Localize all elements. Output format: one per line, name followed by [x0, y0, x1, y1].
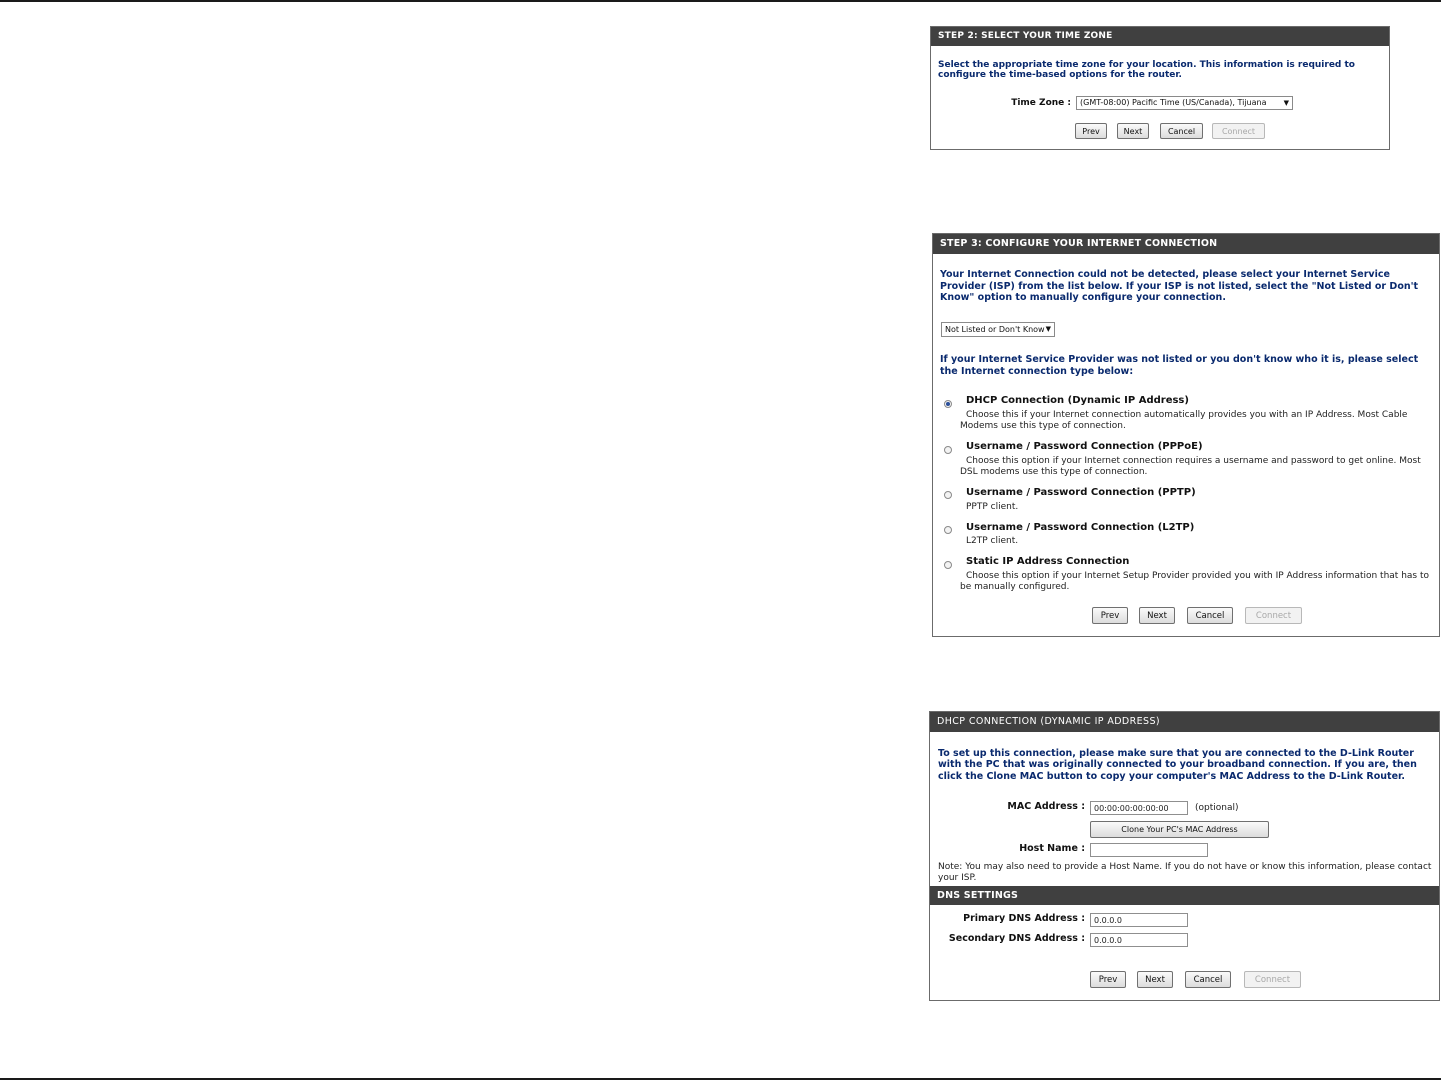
chevron-down-icon: ▼ — [1283, 99, 1289, 107]
mac-optional-text: (optional) — [1195, 803, 1239, 813]
step2-connect-button[interactable]: Connect — [1212, 123, 1265, 139]
step3-next-button[interactable]: Next — [1139, 607, 1175, 624]
secondary-dns-input[interactable]: 0.0.0.0 — [1090, 933, 1188, 947]
isp-select[interactable]: Not Listed or Don't Know ▼ — [941, 322, 1055, 337]
option-dhcp-title: DHCP Connection (Dynamic IP Address) — [966, 395, 1189, 406]
step3-internet-connection-panel: STEP 3: CONFIGURE YOUR INTERNET CONNECTI… — [932, 233, 1440, 637]
radio-pptp[interactable] — [944, 491, 952, 499]
mac-address-input[interactable]: 00:00:00:00:00:00 — [1090, 801, 1188, 815]
host-name-input[interactable] — [1090, 843, 1208, 857]
dhcp-cancel-button[interactable]: Cancel — [1185, 971, 1231, 988]
dhcp-prev-button[interactable]: Prev — [1090, 971, 1126, 988]
option-pptp-desc: PPTP client. — [966, 502, 1019, 512]
option-pppoe-title: Username / Password Connection (PPPoE) — [966, 441, 1203, 452]
isp-select-value: Not Listed or Don't Know — [945, 325, 1045, 334]
top-rule — [0, 0, 1441, 2]
host-name-note: Note: You may also need to provide a Hos… — [938, 862, 1432, 883]
dns-settings-header: DNS SETTINGS — [930, 886, 1439, 905]
dhcp-next-button[interactable]: Next — [1137, 971, 1173, 988]
time-zone-select[interactable]: (GMT-08:00) Pacific Time (US/Canada), Ti… — [1076, 96, 1293, 110]
primary-dns-input[interactable]: 0.0.0.0 — [1090, 913, 1188, 927]
option-dhcp-desc: Choose this if your Internet connection … — [960, 410, 1408, 431]
secondary-dns-label: Secondary DNS Address : — [948, 933, 1085, 944]
step3-intro: Your Internet Connection could not be de… — [940, 269, 1419, 303]
step2-intro: Select the appropriate time zone for you… — [938, 60, 1355, 80]
dhcp-intro: To set up this connection, please make s… — [938, 748, 1417, 782]
radio-l2tp[interactable] — [944, 526, 952, 534]
step3-connect-button[interactable]: Connect — [1245, 607, 1302, 624]
radio-dhcp[interactable] — [944, 400, 952, 408]
step2-next-button[interactable]: Next — [1117, 123, 1149, 139]
option-static-title: Static IP Address Connection — [966, 556, 1130, 567]
radio-static[interactable] — [944, 561, 952, 569]
step2-time-zone-panel: STEP 2: SELECT YOUR TIME ZONE Select the… — [930, 26, 1390, 150]
mac-address-label: MAC Address : — [1007, 801, 1085, 812]
step3-prev-button[interactable]: Prev — [1092, 607, 1128, 624]
radio-pppoe[interactable] — [944, 446, 952, 454]
step2-prev-button[interactable]: Prev — [1075, 123, 1107, 139]
dhcp-connection-panel: DHCP CONNECTION (DYNAMIC IP ADDRESS) To … — [929, 711, 1440, 1001]
clone-mac-button[interactable]: Clone Your PC's MAC Address — [1090, 821, 1269, 838]
host-name-label: Host Name : — [1019, 843, 1085, 854]
primary-dns-label: Primary DNS Address : — [963, 913, 1085, 924]
step2-cancel-button[interactable]: Cancel — [1160, 123, 1203, 139]
step2-header: STEP 2: SELECT YOUR TIME ZONE — [931, 27, 1389, 46]
connection-type-prompt: If your Internet Service Provider was no… — [940, 354, 1419, 377]
dhcp-header: DHCP CONNECTION (DYNAMIC IP ADDRESS) — [930, 712, 1439, 732]
option-static-desc: Choose this option if your Internet Setu… — [960, 571, 1430, 592]
option-pppoe-desc: Choose this option if your Internet conn… — [960, 456, 1421, 477]
time-zone-label: Time Zone : — [1011, 98, 1071, 108]
step3-cancel-button[interactable]: Cancel — [1187, 607, 1233, 624]
option-pptp-title: Username / Password Connection (PPTP) — [966, 487, 1196, 498]
time-zone-select-value: (GMT-08:00) Pacific Time (US/Canada), Ti… — [1080, 98, 1267, 107]
chevron-down-icon: ▼ — [1045, 325, 1051, 333]
step3-header: STEP 3: CONFIGURE YOUR INTERNET CONNECTI… — [933, 234, 1439, 254]
bottom-rule — [0, 1078, 1441, 1080]
dhcp-connect-button[interactable]: Connect — [1244, 971, 1301, 988]
option-l2tp-title: Username / Password Connection (L2TP) — [966, 522, 1195, 533]
option-l2tp-desc: L2TP client. — [966, 536, 1019, 546]
